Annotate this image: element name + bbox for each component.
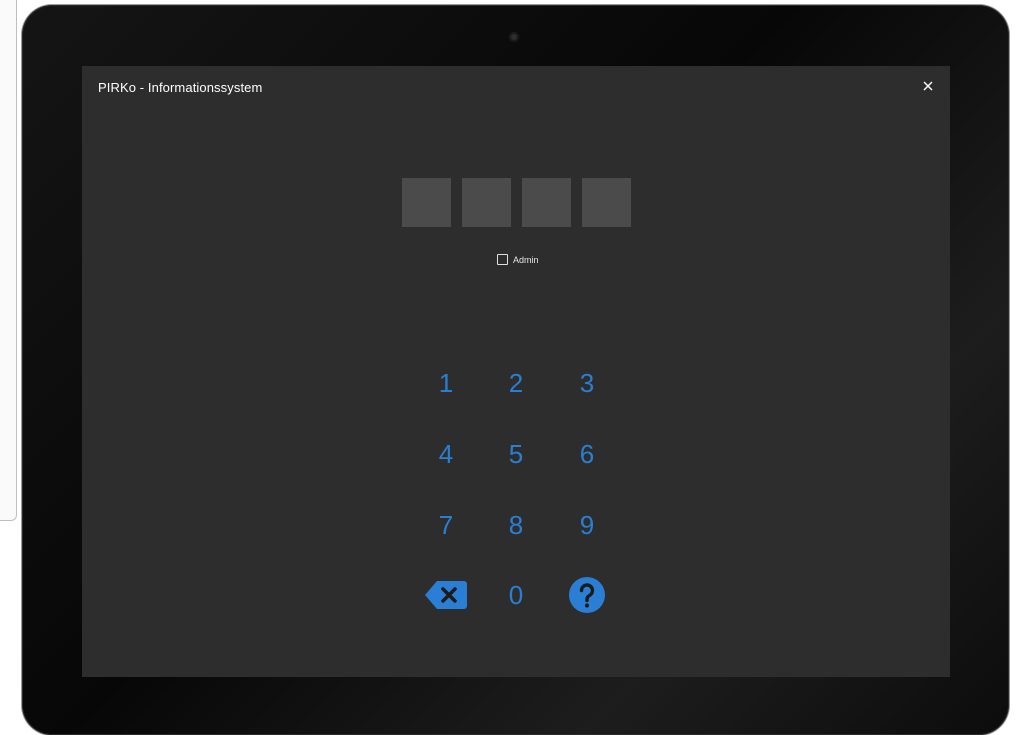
key-1[interactable]: 1: [411, 348, 481, 418]
key-4[interactable]: 4: [411, 419, 481, 489]
help-icon[interactable]: [552, 560, 622, 630]
background-window-edge: [0, 0, 17, 521]
admin-checkbox[interactable]: [497, 254, 508, 265]
pin-digit-box: [522, 178, 571, 227]
key-7[interactable]: 7: [411, 490, 481, 560]
admin-checkbox-row[interactable]: Admin: [497, 254, 539, 265]
backspace-icon[interactable]: [411, 560, 481, 630]
pin-digit-box: [462, 178, 511, 227]
key-8[interactable]: 8: [481, 490, 551, 560]
key-9[interactable]: 9: [552, 490, 622, 560]
pin-digit-box: [582, 178, 631, 227]
camera-icon: [509, 32, 519, 42]
key-5[interactable]: 5: [481, 419, 551, 489]
key-6[interactable]: 6: [552, 419, 622, 489]
app-window: PIRKo - Informationssystem Admin 1 2 3 4…: [82, 66, 950, 677]
key-3[interactable]: 3: [552, 348, 622, 418]
pin-display: [402, 178, 631, 227]
numeric-keypad: 1 2 3 4 5 6 7 8 9 0: [411, 348, 623, 630]
window-title: PIRKo - Informationssystem: [98, 80, 263, 95]
admin-label: Admin: [513, 254, 539, 265]
key-2[interactable]: 2: [481, 348, 551, 418]
pin-digit-box: [402, 178, 451, 227]
close-icon[interactable]: [920, 78, 936, 94]
key-0[interactable]: 0: [481, 560, 551, 630]
